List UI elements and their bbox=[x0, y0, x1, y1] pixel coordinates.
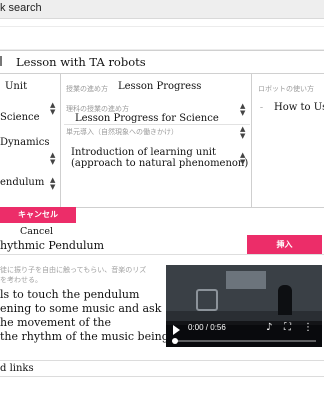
cancel-button[interactable]: キャンセル bbox=[0, 207, 76, 223]
progress-select-underline bbox=[64, 124, 250, 125]
progress-panel: 授業の進め方 Lesson Progress 理科の授業の進め方 Lesson … bbox=[60, 74, 251, 208]
stage-select-value-line1: Introduction of learning unit bbox=[71, 147, 217, 158]
item-description-en: ls to touch the pendulum ening to some m… bbox=[0, 288, 169, 344]
progress-header: Lesson Progress bbox=[118, 81, 202, 92]
topic-select-arrows-icon: ▲ ▼ bbox=[50, 176, 56, 191]
stage-select-value-line2: (approach to natural phenomenon) bbox=[71, 158, 249, 169]
video-progress-knob[interactable] bbox=[172, 338, 178, 344]
links-label: d links bbox=[0, 363, 34, 374]
video-scene-person bbox=[278, 285, 292, 315]
progress-select-arrows-icon: ▲ ▼ bbox=[240, 102, 246, 117]
desc-jp-line: を考わせる。 bbox=[0, 276, 42, 284]
volume-icon[interactable]: ♪ bbox=[266, 322, 272, 333]
desc-en-line: ening to some music and ask bbox=[0, 302, 162, 315]
item-description-jp: 徒に振り子を自由に触ってもらい、音楽のリズ を考わせる。 bbox=[0, 265, 146, 285]
stage-select-label-jp: 単元導入（自然現象への働きかけ） bbox=[66, 128, 178, 136]
video-time: 0:00 / 0:56 bbox=[188, 323, 226, 332]
robot-item-dash-icon: – bbox=[260, 104, 263, 111]
video-scene-window bbox=[226, 271, 266, 289]
lesson-header: Lesson with TA robots bbox=[0, 50, 324, 74]
stage-select-arrows-icon: ▲ ▼ bbox=[240, 125, 246, 140]
robot-panel: ロボットの使い方 – How to Use bbox=[251, 74, 324, 208]
topic-value: endulum bbox=[0, 177, 45, 188]
fullscreen-icon[interactable]: ⛶ bbox=[284, 322, 291, 333]
progress-header-jp: 授業の進め方 bbox=[66, 85, 108, 93]
item-title: hythmic Pendulum bbox=[0, 239, 105, 252]
links-section: d links bbox=[0, 360, 324, 377]
video-player[interactable]: 0:00 / 0:56 ♪ ⛶ ⋮ bbox=[166, 265, 322, 347]
lesson-title: Lesson with TA robots bbox=[16, 55, 146, 69]
progress-select-value: Lesson Progress for Science bbox=[75, 113, 219, 124]
lesson-marker bbox=[0, 56, 2, 66]
play-icon[interactable] bbox=[173, 325, 180, 335]
window-titlebar: k search bbox=[0, 0, 324, 19]
video-progress-bar[interactable] bbox=[172, 340, 316, 342]
stage-select-arrows2-icon: ▲ ▼ bbox=[240, 151, 246, 166]
robot-header-jp: ロボットの使い方 bbox=[258, 85, 314, 93]
unit-header: Unit bbox=[5, 81, 28, 92]
subject-value: Science bbox=[0, 112, 40, 123]
video-scene-robot bbox=[196, 289, 218, 311]
window-title: k search bbox=[0, 2, 42, 14]
search-field[interactable] bbox=[0, 26, 324, 50]
unit-value: Dynamics bbox=[0, 137, 50, 148]
desc-en-line: he movement of the bbox=[0, 316, 112, 329]
unit-select-arrows-icon: ▲ ▼ bbox=[50, 151, 56, 166]
unit-panel: Unit Science ▲ ▼ Dynamics ▲ ▼ endulum ▲ ▼ bbox=[0, 74, 60, 208]
desc-en-line: ls to touch the pendulum bbox=[0, 288, 140, 301]
insert-button[interactable]: 挿入 bbox=[247, 235, 322, 254]
desc-jp-line: 徒に振り子を自由に触ってもらい、音楽のリズ bbox=[0, 266, 147, 274]
more-options-icon[interactable]: ⋮ bbox=[303, 322, 313, 333]
subject-select-arrows-icon: ▲ ▼ bbox=[50, 101, 56, 116]
desc-en-line: the rhythm of the music being bbox=[0, 330, 169, 343]
robot-select-value: How to Use bbox=[274, 102, 324, 113]
